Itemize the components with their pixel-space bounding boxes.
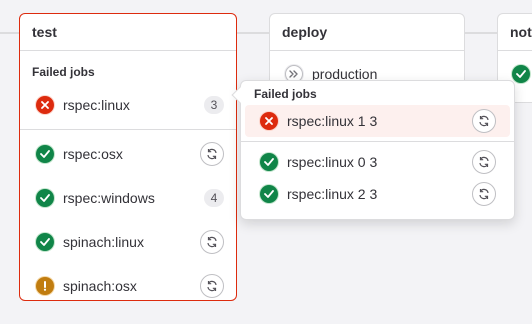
job-rspec-windows[interactable]: rspec:windows 4 — [20, 176, 236, 220]
job-spinach-osx[interactable]: spinach:osx — [20, 264, 236, 300]
stage-title: test — [20, 14, 236, 51]
retry-icon[interactable] — [200, 142, 224, 166]
failed-jobs-label: Failed jobs — [254, 87, 317, 101]
stage-title: deploy — [270, 14, 464, 51]
job-name: rspec:windows — [63, 190, 155, 206]
success-status-icon — [259, 184, 279, 204]
success-status-icon — [511, 64, 531, 84]
retry-icon[interactable] — [472, 150, 496, 174]
job-name: rspec:linux — [63, 97, 130, 113]
divider — [241, 141, 514, 142]
dropdown-job-rspec-linux-2-3[interactable]: rspec:linux 2 3 — [245, 178, 510, 210]
job-group-dropdown: Failed jobs rspec:linux 1 3 rspec:linux … — [231, 80, 515, 220]
job-rspec-linux[interactable]: rspec:linux 3 — [20, 83, 236, 127]
job-count-badge: 3 — [204, 96, 224, 114]
stage-test: test Failed jobs rspec:linux 3 rspec:osx… — [19, 13, 237, 301]
dropdown-job-rspec-linux-1-3[interactable]: rspec:linux 1 3 — [245, 105, 510, 137]
job-spinach-linux[interactable]: spinach:linux — [20, 220, 236, 264]
retry-icon[interactable] — [200, 230, 224, 254]
stage-connector — [465, 32, 497, 34]
retry-icon[interactable] — [472, 109, 496, 133]
stage-title: notify — [498, 14, 532, 51]
success-status-icon — [35, 144, 55, 164]
warning-status-icon — [35, 276, 55, 296]
retry-icon[interactable] — [472, 182, 496, 206]
stage-connector — [0, 32, 19, 34]
stage-connector — [237, 32, 269, 34]
job-name: spinach:osx — [63, 278, 137, 294]
job-name: rspec:linux 2 3 — [287, 186, 378, 202]
success-status-icon — [259, 152, 279, 172]
failed-jobs-label: Failed jobs — [32, 65, 95, 79]
success-status-icon — [35, 232, 55, 252]
divider — [20, 129, 236, 130]
job-name: rspec:linux 0 3 — [287, 154, 378, 170]
job-name: spinach:linux — [63, 234, 144, 250]
failed-status-icon — [35, 95, 55, 115]
job-name: rspec:linux 1 3 — [287, 113, 378, 129]
job-name: rspec:osx — [63, 146, 123, 162]
success-status-icon — [35, 188, 55, 208]
job-count-badge: 4 — [204, 189, 224, 207]
failed-status-icon — [259, 111, 279, 131]
job-rspec-osx[interactable]: rspec:osx — [20, 132, 236, 176]
retry-icon[interactable] — [200, 274, 224, 298]
dropdown-job-rspec-linux-0-3[interactable]: rspec:linux 0 3 — [245, 146, 510, 178]
